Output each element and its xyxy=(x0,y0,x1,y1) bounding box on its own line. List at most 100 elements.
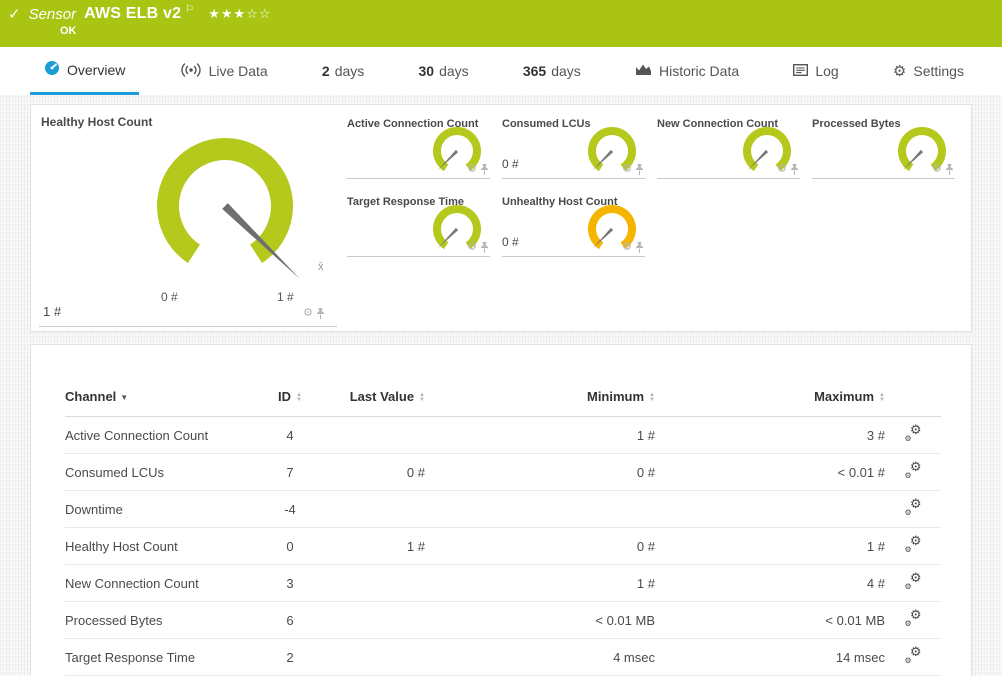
channel-name-cell[interactable]: Processed Bytes xyxy=(65,601,260,639)
pin-icon[interactable] xyxy=(480,164,489,175)
tab-overview[interactable]: Overview xyxy=(30,47,140,95)
gauge-settings-gear-icon[interactable]: ⚙ xyxy=(777,164,787,175)
gauge-title: Unhealthy Host Count xyxy=(502,196,618,208)
primary-gauge-dial xyxy=(157,137,300,279)
channel-name-cell[interactable]: Healthy Host Count xyxy=(65,527,260,565)
gauge-settings-gear-icon[interactable]: ⚙ xyxy=(622,242,632,253)
tab-label: days xyxy=(551,63,581,79)
gauge-current-value: 1 # xyxy=(43,304,62,319)
channel-settings-icon[interactable]: ⚙ ⚙ xyxy=(905,423,922,443)
gauge-needle xyxy=(593,149,614,170)
tab-30-days[interactable]: 30 days xyxy=(405,47,483,95)
gauge-tiles: Active Connection Count ⚙ Consumed LCUs … xyxy=(343,105,971,331)
gauge-needle xyxy=(748,149,769,170)
maximum-cell: < 0.01 MB xyxy=(655,601,885,639)
stars-filled[interactable]: ★★★ xyxy=(208,6,246,21)
channel-row: Active Connection Count 4 1 # 3 # ⚙ ⚙ xyxy=(65,416,941,454)
tab-historic-data[interactable]: Historic Data xyxy=(621,47,753,95)
channel-row: Healthy Host Count 0 1 # 0 # 1 # ⚙ ⚙ xyxy=(65,527,941,565)
pin-icon[interactable] xyxy=(635,164,644,175)
tab-365-days[interactable]: 365 days xyxy=(509,47,595,95)
gauge-tile-active-connection-count: Active Connection Count ⚙ xyxy=(347,115,490,179)
channel-name-cell[interactable]: Downtime xyxy=(65,490,260,528)
channel-row: Downtime -4 ⚙ ⚙ xyxy=(65,490,941,528)
gauge-needle xyxy=(222,203,300,279)
pin-icon[interactable] xyxy=(635,242,644,253)
last-value-cell xyxy=(320,490,425,528)
column-label: ID xyxy=(278,389,292,404)
channel-settings-icon[interactable]: ⚙ ⚙ xyxy=(905,460,922,480)
channel-id-cell: 4 xyxy=(260,416,320,454)
gear-icon: ⚙ xyxy=(892,62,907,80)
gauge-title: Healthy Host Count xyxy=(41,115,153,129)
tab-2-days[interactable]: 2 days xyxy=(308,47,378,95)
channel-name-cell[interactable]: Consumed LCUs xyxy=(65,453,260,491)
channel-row: Consumed LCUs 7 0 # 0 # < 0.01 # ⚙ ⚙ xyxy=(65,453,941,491)
maximum-cell: < 0.01 # xyxy=(655,453,885,491)
channel-name-cell[interactable]: Target Response Time xyxy=(65,638,260,676)
tab-label: Live Data xyxy=(208,63,268,79)
tab-live-data[interactable]: Live Data xyxy=(166,47,282,95)
last-value-cell xyxy=(320,638,425,676)
column-header-channel[interactable]: Channel ▼ xyxy=(65,389,260,417)
stars-empty[interactable]: ☆☆ xyxy=(246,6,271,21)
column-label: Channel xyxy=(65,389,117,404)
channel-id-cell: -4 xyxy=(260,490,320,528)
minimum-cell: 4 msec xyxy=(425,638,655,676)
gauge-settings-gear-icon[interactable]: ⚙ xyxy=(303,308,313,319)
column-label: Minimum xyxy=(586,389,645,404)
channel-name-cell[interactable]: New Connection Count xyxy=(65,564,260,602)
sensor-status-bar: ✓ Sensor AWS ELB v2 ⚐ ★★★☆☆ OK xyxy=(0,0,1002,47)
channel-table-header-row: Channel ▼ ID ▲ ▼ Last Value ▲ ▼ Minimum ▲ ▼ Max… xyxy=(65,389,941,417)
tab-number: 365 xyxy=(522,63,547,79)
pin-icon[interactable] xyxy=(480,242,489,253)
gauge-settings-gear-icon[interactable]: ⚙ xyxy=(622,164,632,175)
gauge-tile-consumed-lcus: Consumed LCUs 0 # ⚙ xyxy=(502,115,645,179)
gauge-needle xyxy=(593,227,614,248)
priority-stars[interactable]: ★★★☆☆ xyxy=(208,6,271,22)
minimum-cell: 0 # xyxy=(425,453,655,491)
gauge-settings-gear-icon[interactable]: ⚙ xyxy=(467,242,477,253)
pin-icon[interactable] xyxy=(316,308,325,319)
column-header-maximum[interactable]: Maximum ▲ ▼ xyxy=(655,389,885,417)
pin-icon[interactable] xyxy=(945,164,954,175)
column-header-last-value[interactable]: Last Value ▲ ▼ xyxy=(320,389,425,417)
gauge-tile-processed-bytes: Processed Bytes ⚙ xyxy=(812,115,955,179)
gauge-tile-new-connection-count: New Connection Count ⚙ xyxy=(657,115,800,179)
tab-number: 30 xyxy=(418,63,435,79)
channel-settings-icon[interactable]: ⚙ ⚙ xyxy=(905,534,922,554)
gauge-icon xyxy=(44,60,60,79)
sensor-title: AWS ELB v2 xyxy=(84,5,182,22)
channel-settings-icon[interactable]: ⚙ ⚙ xyxy=(905,645,922,665)
gauge-needle xyxy=(438,149,459,170)
divider xyxy=(39,326,337,327)
tab-label: days xyxy=(334,63,365,79)
gauge-settings-gear-icon[interactable]: ⚙ xyxy=(467,164,477,175)
minimum-cell: 1 # xyxy=(425,564,655,602)
channel-name-cell[interactable]: Active Connection Count xyxy=(65,416,260,454)
gauge-settings-gear-icon[interactable]: ⚙ xyxy=(932,164,942,175)
gauge-scale-min: 0 # xyxy=(161,290,178,304)
last-value-cell xyxy=(320,416,425,454)
channel-settings-icon[interactable]: ⚙ ⚙ xyxy=(905,608,922,628)
primary-gauge-healthy-host-count: Healthy Host Count x̄ 0 # 1 # 1 # ⚙ xyxy=(31,105,343,331)
maximum-cell xyxy=(655,490,885,528)
tab-settings[interactable]: ⚙ Settings xyxy=(879,47,978,95)
tab-log[interactable]: Log xyxy=(779,47,852,95)
area-chart-icon xyxy=(635,63,652,79)
status-ok-check-icon: ✓ xyxy=(8,6,21,23)
sort-toggle-icon: ▲ ▼ xyxy=(649,391,655,403)
pin-icon[interactable] xyxy=(790,164,799,175)
channel-row: Target Response Time 2 4 msec 14 msec ⚙ ⚙ xyxy=(65,638,941,676)
column-header-minimum[interactable]: Minimum ▲ ▼ xyxy=(425,389,655,417)
channel-settings-icon[interactable]: ⚙ ⚙ xyxy=(905,497,922,517)
tab-label: Log xyxy=(815,63,839,79)
column-header-id[interactable]: ID ▲ ▼ xyxy=(260,389,320,417)
tab-bar: Overview Live Data 2 days 30 days 365 da… xyxy=(0,47,1002,95)
log-icon xyxy=(793,63,809,79)
channel-id-cell: 7 xyxy=(260,453,320,491)
channel-id-cell: 2 xyxy=(260,638,320,676)
overview-gauges-panel: Healthy Host Count x̄ 0 # 1 # 1 # ⚙ Acti… xyxy=(30,104,972,332)
channel-id-cell: 0 xyxy=(260,527,320,565)
channel-settings-icon[interactable]: ⚙ ⚙ xyxy=(905,571,922,591)
